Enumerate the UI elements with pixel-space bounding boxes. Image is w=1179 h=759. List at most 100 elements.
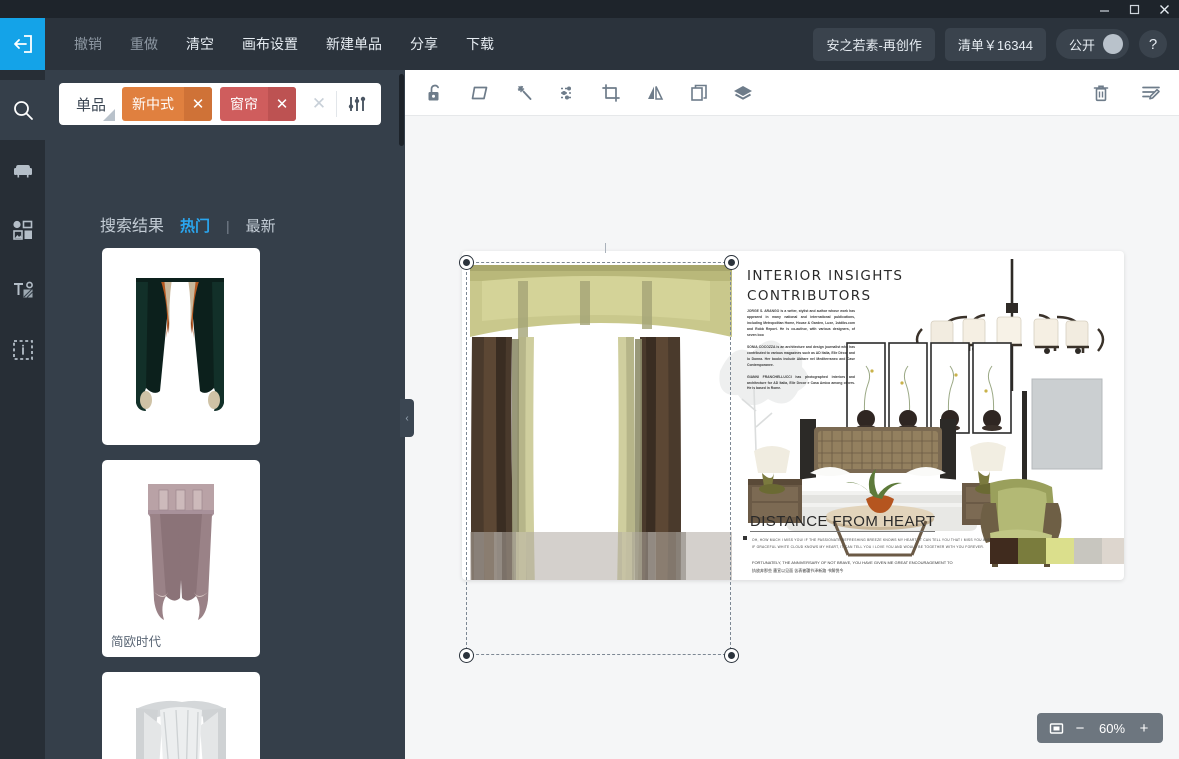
magic-wand-icon[interactable]	[511, 81, 535, 105]
curtain-white-silver-drape-thumb	[136, 700, 226, 759]
dashed-info-icon	[12, 340, 33, 360]
zoom-level-value: 60%	[1098, 720, 1126, 736]
menu-item-share[interactable]: 分享	[396, 34, 452, 54]
color-swatch	[1102, 538, 1124, 564]
back-button[interactable]	[0, 18, 45, 70]
results-tab-separator: |	[226, 218, 230, 234]
rail-item-image-shapes[interactable]	[0, 200, 45, 260]
help-button[interactable]: ?	[1139, 30, 1167, 58]
panel-collapse-handle[interactable]: ‹	[400, 399, 414, 437]
title-bar	[0, 0, 1179, 18]
collage-color-swatches	[990, 538, 1124, 564]
category-dropdown[interactable]: 单品	[59, 94, 122, 121]
rail-item-dashed-info[interactable]	[0, 320, 45, 380]
menu-item-clear[interactable]: 清空	[172, 34, 228, 54]
top-right-controls: 安之若素-再创作 清单￥16344 公开 ?	[813, 18, 1167, 70]
zoom-control: − 60% +	[1037, 713, 1163, 743]
artboard[interactable]: INTERIOR INSIGHTS CONTRIBUTORS JORGE S. …	[460, 243, 1124, 662]
panel-scrollbar-thumb[interactable]	[399, 74, 404, 146]
filter-sliders-button[interactable]	[339, 94, 375, 114]
canvas-stage[interactable]: INTERIOR INSIGHTS CONTRIBUTORS JORGE S. …	[405, 116, 1179, 759]
window-controls	[1089, 0, 1179, 18]
menu-item-undo[interactable]: 撤销	[60, 34, 116, 54]
wall-art-panels	[846, 342, 1012, 434]
main-menu: 撤销 重做 清空 画布设置 新建单品 分享 下载	[60, 18, 508, 70]
results-header: 搜索结果 热门 | 最新	[100, 212, 276, 236]
filter-divider	[336, 91, 338, 117]
selection-handle-top-right[interactable]	[725, 256, 738, 269]
collage-body-p1: JORGE S. ARANGO is a writer, stylist and…	[747, 309, 855, 337]
color-swatch	[1074, 538, 1102, 564]
filter-tag-style-remove-icon[interactable]: ✕	[184, 87, 213, 121]
left-rail	[0, 70, 45, 759]
text-texture-icon	[13, 281, 33, 298]
maximize-icon[interactable]	[1119, 0, 1149, 18]
perspective-transform-icon[interactable]	[467, 81, 491, 105]
collage-bullet-square	[743, 536, 747, 540]
trash-icon[interactable]	[1089, 81, 1113, 105]
zoom-in-button[interactable]: +	[1133, 713, 1155, 743]
selection-handle-top-left[interactable]	[460, 256, 473, 269]
toggle-knob	[1103, 34, 1123, 54]
crop-icon[interactable]	[599, 81, 623, 105]
filter-tag-type-label: 窗帘	[230, 96, 259, 112]
fit-screen-icon[interactable]	[1045, 713, 1067, 743]
canvas-toolbar	[405, 70, 1179, 116]
results-tab-newest[interactable]: 最新	[246, 215, 276, 236]
curtain-mauve-valance-thumb	[148, 484, 214, 620]
selection-handle-bottom-right[interactable]	[725, 649, 738, 662]
menu-item-new-item[interactable]: 新建单品	[312, 34, 396, 54]
project-name-button[interactable]: 安之若素-再创作	[813, 27, 935, 61]
collage-heading-line2: CONTRIBUTORS	[747, 287, 872, 304]
search-icon	[13, 101, 33, 120]
color-swatch	[990, 538, 1018, 564]
rail-item-furniture[interactable]	[0, 140, 45, 200]
color-swatch	[1046, 538, 1074, 564]
menu-item-download[interactable]: 下载	[452, 34, 508, 54]
furniture-icon	[13, 165, 32, 178]
curtain-dark-teal-rust-thumb	[136, 278, 224, 411]
result-card[interactable]	[102, 672, 260, 759]
result-card[interactable]: 简欧时代	[102, 460, 260, 657]
minimize-icon[interactable]	[1089, 0, 1119, 18]
result-card-name: 简欧时代	[111, 635, 162, 649]
results-tab-hot[interactable]: 热门	[180, 215, 210, 236]
collage-body-p3: GIANNI FRANCHELLUCCI has photographed in…	[747, 374, 855, 391]
zoom-out-button[interactable]: −	[1069, 713, 1091, 743]
artboard-content: INTERIOR INSIGHTS CONTRIBUTORS JORGE S. …	[462, 251, 1124, 580]
selection-handle-bottom-left[interactable]	[460, 649, 473, 662]
exit-arrow-icon	[13, 35, 32, 53]
nightstand-left	[748, 446, 802, 523]
rail-item-search[interactable]	[0, 80, 45, 140]
visibility-toggle[interactable]: 公开	[1055, 29, 1129, 59]
results-title: 搜索结果	[100, 218, 165, 235]
clear-all-filters-icon[interactable]: ✕	[304, 94, 334, 114]
budget-button[interactable]: 清单￥16344	[944, 27, 1046, 61]
flip-horizontal-icon[interactable]	[643, 81, 667, 105]
filter-tag-type[interactable]: 窗帘 ✕	[220, 87, 297, 121]
rail-item-text-texture[interactable]	[0, 260, 45, 320]
menu-item-canvas-settings[interactable]: 画布设置	[228, 34, 312, 54]
result-card[interactable]	[102, 248, 260, 445]
collage-caption-line4: 执放弃那些 墨宣以见面 苦表被疆节泽新路 书解悦今	[752, 567, 844, 573]
adjustments-icon[interactable]	[555, 81, 579, 105]
sliders-icon	[348, 96, 366, 111]
close-icon[interactable]	[1149, 0, 1179, 18]
results-grid: 简欧时代	[102, 248, 432, 759]
visibility-label: 公开	[1068, 37, 1095, 53]
filter-tag-style[interactable]: 新中式 ✕	[122, 87, 213, 121]
canvas-tools-left	[423, 70, 755, 116]
top-toolbar: 撤销 重做 清空 画布设置 新建单品 分享 下载 安之若素-再创作 清单￥163…	[0, 18, 1179, 70]
layers-icon[interactable]	[731, 81, 755, 105]
canvas-area: INTERIOR INSIGHTS CONTRIBUTORS JORGE S. …	[405, 70, 1179, 759]
unlock-icon[interactable]	[423, 81, 447, 105]
app-window: 撤销 重做 清空 画布设置 新建单品 分享 下载 安之若素-再创作 清单￥163…	[0, 0, 1179, 759]
filter-tag-type-remove-icon[interactable]: ✕	[268, 87, 297, 121]
color-swatch	[1018, 538, 1046, 564]
canvas-tools-right	[1089, 70, 1163, 116]
search-results-panel: 单品 新中式 ✕ 窗帘 ✕ ✕ 搜索结果 热门 | 最新 简欧时代	[45, 70, 405, 759]
menu-item-redo[interactable]: 重做	[116, 34, 172, 54]
duplicate-icon[interactable]	[687, 81, 711, 105]
collage-heading: INTERIOR INSIGHTS CONTRIBUTORS	[747, 267, 903, 306]
edit-list-icon[interactable]	[1139, 81, 1163, 105]
